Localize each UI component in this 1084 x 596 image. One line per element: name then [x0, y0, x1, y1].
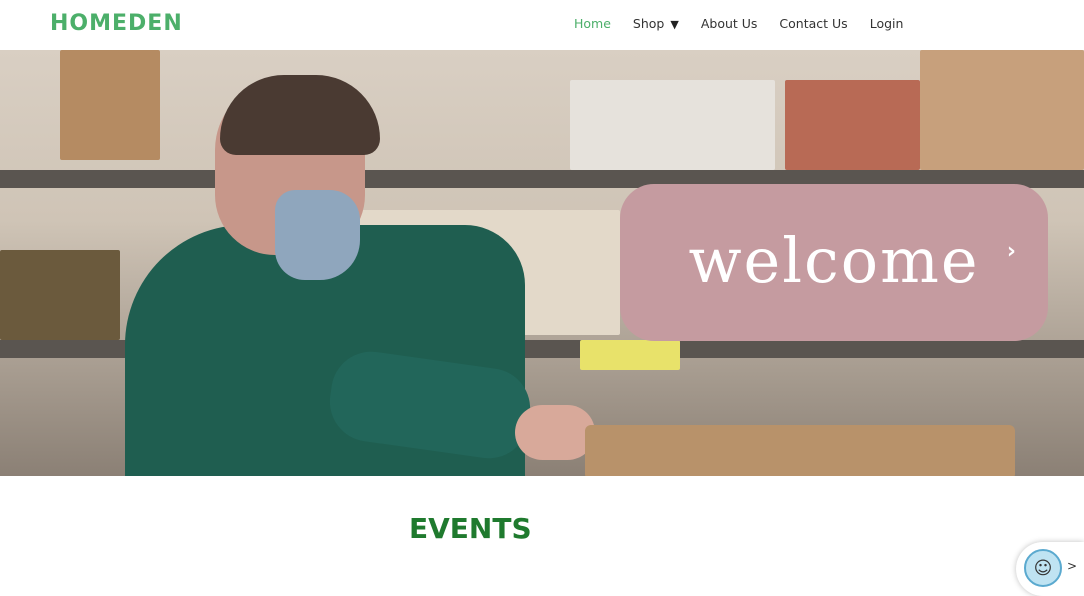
- hero-banner: welcome ›: [0, 50, 1084, 476]
- hero-box: [920, 50, 1084, 170]
- welcome-banner: welcome ›: [620, 184, 1048, 341]
- nav-login[interactable]: Login: [870, 16, 904, 31]
- hero-person-mask: [275, 190, 360, 280]
- chatbot-avatar-icon: ☺: [1024, 549, 1062, 587]
- nav-contact[interactable]: Contact Us: [779, 16, 847, 31]
- hero-box: [60, 50, 160, 160]
- events-heading: EVENTS: [409, 512, 532, 545]
- chat-widget[interactable]: ☺ >: [1016, 542, 1084, 596]
- hero-person-hand: [515, 405, 595, 460]
- nav-about[interactable]: About Us: [701, 16, 758, 31]
- nav-home[interactable]: Home: [574, 16, 611, 31]
- main-nav: Home Shop ▼ About Us Contact Us Login: [574, 16, 925, 31]
- nav-shop[interactable]: Shop ▼: [633, 16, 679, 31]
- chevron-right-icon: >: [1067, 559, 1078, 573]
- hero-paper-bags: [585, 425, 1015, 476]
- site-header: HOMEDEN Home Shop ▼ About Us Contact Us …: [0, 0, 1084, 50]
- caret-down-icon: ▼: [670, 18, 679, 31]
- hero-box: [0, 250, 120, 340]
- nav-shop-label: Shop: [632, 16, 665, 31]
- hero-box: [785, 80, 920, 170]
- welcome-text: welcome: [688, 224, 980, 297]
- hero-box: [580, 340, 680, 370]
- site-logo[interactable]: HOMEDEN: [50, 11, 183, 36]
- hero-person-hair: [220, 75, 380, 155]
- hero-box: [570, 80, 775, 170]
- chevron-right-icon[interactable]: ›: [1007, 239, 1016, 264]
